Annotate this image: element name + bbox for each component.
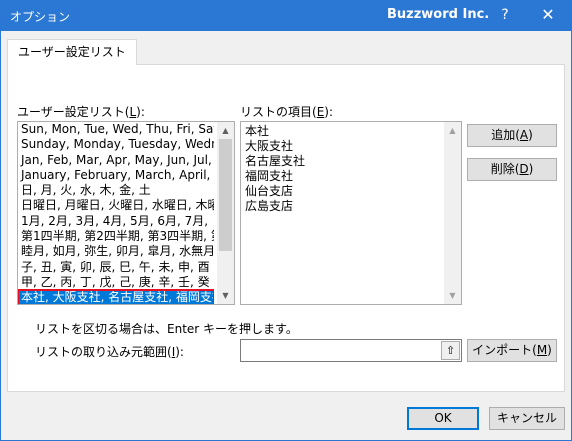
app-name: Buzzword Inc. — [387, 7, 490, 22]
scroll-down-icon[interactable]: ▼ — [217, 287, 234, 304]
custom-list-item[interactable]: 子, 丑, 寅, 卯, 辰, 巳, 午, 未, 申, 酉 — [18, 260, 214, 275]
custom-list-item[interactable]: 第1四半期, 第2四半期, 第3四半期, 第 — [18, 229, 214, 244]
custom-list-item[interactable]: 日曜日, 月曜日, 火曜日, 水曜日, 木曜日 — [18, 198, 214, 213]
close-button[interactable]: ✕ — [528, 2, 568, 28]
scroll-up-icon[interactable]: ▲ — [217, 122, 234, 139]
custom-list-item[interactable]: 日, 月, 火, 水, 木, 金, 土 — [18, 183, 214, 198]
custom-list-item[interactable]: 本社, 大阪支社, 名古屋支社, 福岡支社 — [18, 289, 214, 304]
custom-list-item[interactable]: Jan, Feb, Mar, Apr, May, Jun, Jul, — [18, 153, 214, 168]
list-entry-line: 広島支店 — [245, 199, 294, 213]
scroll-down-icon[interactable]: ▼ — [444, 287, 461, 304]
custom-lists-scrollbar[interactable]: ▲ ▼ — [217, 122, 234, 304]
custom-list-item[interactable]: Sunday, Monday, Tuesday, Wednesday — [18, 137, 214, 152]
custom-list-item[interactable]: January, February, March, April, — [18, 168, 214, 183]
title-bar: オプション Buzzword Inc. ? ✕ — [0, 0, 572, 31]
custom-list-item[interactable]: 甲, 乙, 丙, 丁, 戊, 己, 庚, 辛, 壬, 癸 — [18, 275, 214, 290]
scroll-up-icon[interactable]: ▲ — [444, 122, 461, 139]
custom-lists-items: Sun, Mon, Tue, Wed, Thu, Fri, Sat Sunday,… — [18, 122, 214, 304]
cancel-button[interactable]: キャンセル — [489, 407, 565, 430]
separator-hint: リストを区切る場合は、Enter キーを押します。 — [35, 322, 298, 336]
list-entry-line: 福岡支社 — [245, 169, 294, 183]
list-entry-line: 仙台支店 — [245, 184, 294, 198]
import-button[interactable]: インポート(M) — [467, 339, 557, 362]
custom-list-item[interactable]: Sun, Mon, Tue, Wed, Thu, Fri, Sat — [18, 122, 214, 137]
scroll-thumb[interactable] — [219, 139, 232, 251]
list-entries-textarea[interactable]: 本社 大阪支社 名古屋支社 福岡支社 仙台支店 広島支店 ▲ ▼ — [240, 121, 462, 305]
custom-lists-label: ユーザー設定リスト(L): — [17, 105, 145, 119]
list-entry-line: 大阪支社 — [245, 139, 294, 153]
custom-list-item[interactable]: 1月, 2月, 3月, 4月, 5月, 6月, 7月, — [18, 214, 214, 229]
window-title: オプション — [10, 10, 71, 24]
collapse-dialog-icon[interactable]: ⇧ — [441, 341, 460, 360]
list-entry-line: 名古屋支社 — [245, 154, 306, 168]
delete-button[interactable]: 削除(D) — [467, 158, 557, 181]
add-button[interactable]: 追加(A) — [467, 124, 557, 147]
custom-list-item[interactable]: 睦月, 如月, 弥生, 卯月, 皐月, 水無月 — [18, 244, 214, 259]
tab-panel: ユーザー設定リスト(L): Sun, Mon, Tue, Wed, Thu, F… — [7, 64, 565, 392]
help-button[interactable]: ? — [493, 5, 517, 25]
dialog-body: ユーザー設定リスト ユーザー設定リスト(L): Sun, Mon, Tue, W… — [0, 31, 572, 441]
list-entries-scrollbar[interactable]: ▲ ▼ — [444, 122, 461, 304]
ok-button[interactable]: OK — [407, 407, 479, 430]
custom-lists-listbox[interactable]: Sun, Mon, Tue, Wed, Thu, Fri, Sat Sunday,… — [17, 121, 235, 305]
tab-custom-lists[interactable]: ユーザー設定リスト — [7, 39, 137, 65]
list-entries-text: 本社 大阪支社 名古屋支社 福岡支社 仙台支店 広島支店 — [245, 124, 441, 214]
list-entries-label: リストの項目(E): — [240, 105, 334, 119]
import-range-label: リストの取り込み元範囲(I): — [35, 345, 184, 359]
list-entry-line: 本社 — [245, 124, 270, 138]
import-range-input[interactable]: ⇧ — [240, 339, 462, 362]
